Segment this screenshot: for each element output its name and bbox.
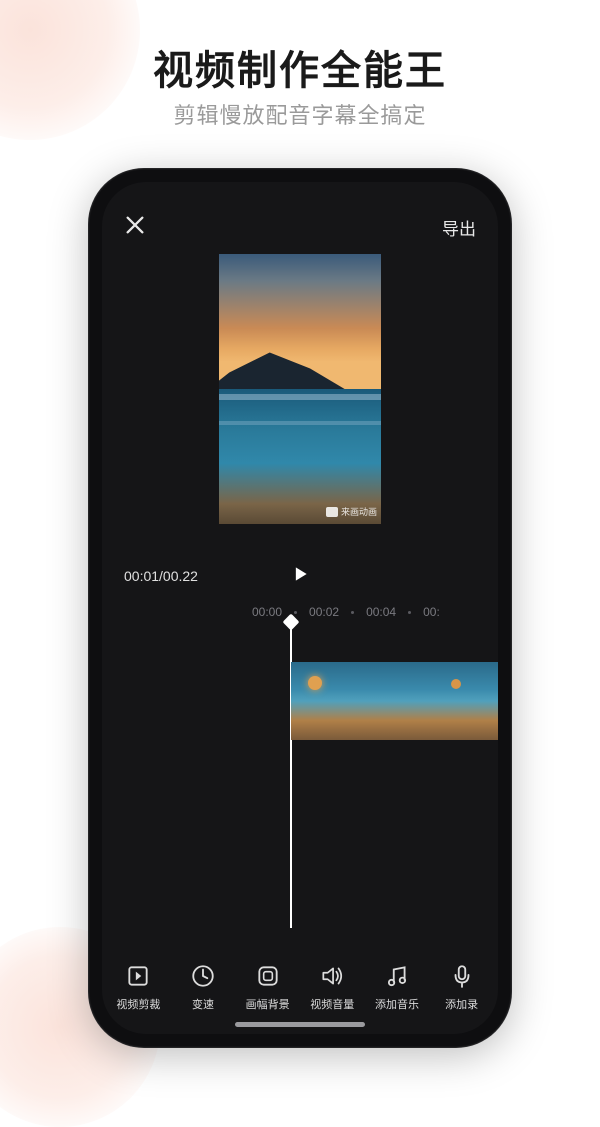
phone-mockup: 导出 来画动画 00:01/00.22 00:00 (88, 168, 512, 1048)
volume-icon (319, 963, 345, 989)
frame-icon (255, 963, 281, 989)
timecode: 00:01/00.22 (124, 568, 198, 584)
tool-speed[interactable]: 变速 (172, 963, 234, 1012)
timeline[interactable] (102, 626, 498, 948)
app-screen: 导出 来画动画 00:01/00.22 00:00 (102, 182, 498, 1034)
video-preview[interactable]: 来画动画 (102, 254, 498, 554)
timeline-ruler[interactable]: 00:00 00:02 00:04 00: (102, 598, 498, 626)
video-canvas: 来画动画 (219, 254, 381, 524)
ruler-tick: 00:04 (366, 605, 396, 619)
clip-thumbnail (291, 662, 498, 740)
speed-icon (190, 963, 216, 989)
promo-title: 视频制作全能王 (0, 38, 600, 96)
tool-label: 画幅背景 (246, 996, 290, 1012)
tool-label: 添加录 (445, 996, 478, 1012)
top-bar: 导出 (102, 182, 498, 254)
tool-crop[interactable]: 视频剪裁 (107, 963, 169, 1012)
mic-icon (449, 963, 475, 989)
export-button[interactable]: 导出 (442, 215, 476, 240)
transport-bar: 00:01/00.22 (102, 554, 498, 598)
tool-frame[interactable]: 画幅背景 (237, 963, 299, 1012)
tool-label: 变速 (192, 996, 214, 1012)
tool-music[interactable]: 添加音乐 (366, 963, 428, 1012)
home-indicator[interactable] (235, 1022, 365, 1027)
play-button[interactable] (290, 564, 310, 589)
play-icon (290, 564, 310, 584)
music-icon (384, 963, 410, 989)
promo-subtitle: 剪辑慢放配音字幕全搞定 (0, 98, 600, 130)
ruler-tick: 00: (423, 605, 440, 619)
crop-icon (125, 963, 151, 989)
video-clip[interactable] (291, 662, 498, 740)
ruler-tick: 00:02 (309, 605, 339, 619)
watermark: 来画动画 (326, 505, 377, 518)
tool-label: 视频音量 (310, 996, 354, 1012)
watermark-icon (326, 507, 338, 517)
tool-mic[interactable]: 添加录 (431, 963, 493, 1012)
watermark-text: 来画动画 (341, 505, 377, 518)
close-icon (124, 214, 146, 236)
ruler-tick: 00:00 (252, 605, 282, 619)
close-button[interactable] (124, 214, 146, 241)
tool-label: 视频剪裁 (116, 996, 160, 1012)
tool-volume[interactable]: 视频音量 (301, 963, 363, 1012)
tool-label: 添加音乐 (375, 996, 419, 1012)
